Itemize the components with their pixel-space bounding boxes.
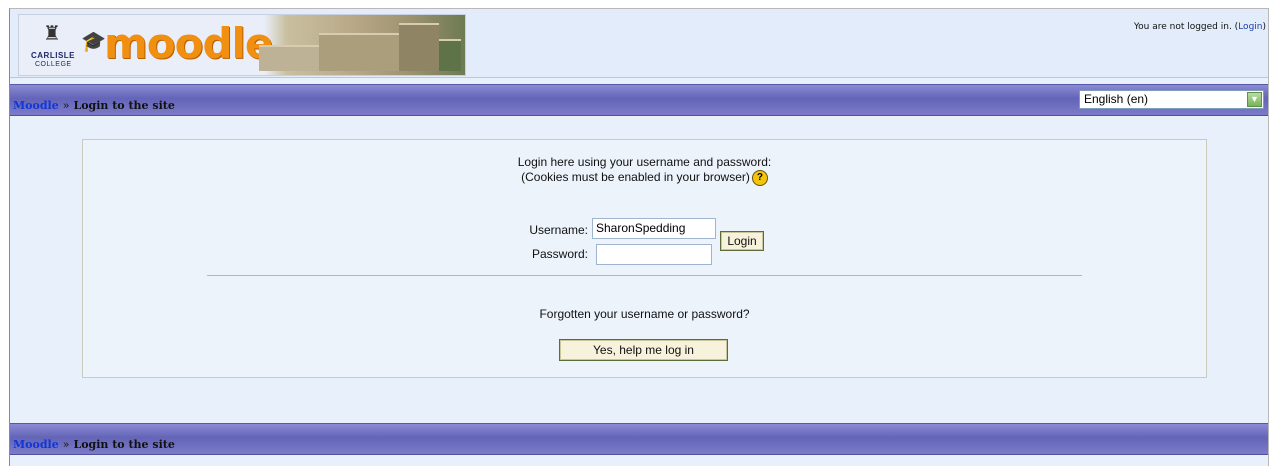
- page-frame: ♜ CARLISLE COLLEGE 🎓 moodle You are not …: [9, 8, 1269, 466]
- breadcrumb: Moodle» Login to the site: [13, 99, 175, 112]
- site-header: ♜ CARLISLE COLLEGE 🎓 moodle You are not …: [10, 9, 1268, 78]
- site-logo[interactable]: ♜ CARLISLE COLLEGE 🎓 moodle: [18, 14, 466, 76]
- language-select[interactable]: English (en) ▼: [1079, 90, 1264, 109]
- chevron-down-icon[interactable]: ▼: [1247, 92, 1262, 107]
- login-button[interactable]: Login: [720, 231, 764, 251]
- login-status-text: You are not logged in. (: [1133, 22, 1239, 32]
- college-crest-icon: ♜: [43, 21, 61, 45]
- login-status-close: ): [1262, 22, 1266, 32]
- divider: [207, 275, 1082, 276]
- mortarboard-icon: 🎓: [81, 31, 106, 53]
- building-illustration: [399, 23, 439, 71]
- login-status: You are not logged in. (Login): [1134, 22, 1266, 32]
- navbar-bottom: Moodle» Login to the site: [10, 423, 1268, 455]
- breadcrumb-current: Login to the site: [73, 438, 175, 451]
- cookies-note: (Cookies must be enabled in your browser…: [521, 170, 750, 185]
- language-selected-value: English (en): [1084, 92, 1149, 106]
- college-name-line1: CARLISLE: [31, 51, 75, 60]
- password-field[interactable]: [596, 244, 712, 265]
- forgot-text: Forgotten your username or password?: [539, 307, 750, 321]
- breadcrumb-separator-icon: »: [62, 99, 70, 112]
- breadcrumb-separator-icon: »: [62, 438, 70, 451]
- login-link[interactable]: Login: [1238, 22, 1262, 32]
- help-icon[interactable]: ?: [751, 170, 768, 186]
- breadcrumb-current: Login to the site: [73, 99, 175, 112]
- breadcrumb: Moodle» Login to the site: [13, 438, 175, 451]
- username-field[interactable]: SharonSpedding: [592, 218, 716, 239]
- main-content: Login here using your username and passw…: [10, 116, 1268, 423]
- help-login-button[interactable]: Yes, help me log in: [559, 339, 728, 361]
- password-label: Password:: [531, 247, 588, 261]
- breadcrumb-home-link[interactable]: Moodle: [13, 438, 59, 451]
- college-name-line2: COLLEGE: [35, 61, 72, 68]
- login-intro-line2: (Cookies must be enabled in your browser…: [83, 170, 1206, 186]
- login-intro-line1: Login here using your username and passw…: [517, 155, 772, 169]
- username-label: Username:: [529, 223, 588, 237]
- building-illustration: [259, 45, 319, 71]
- tree-illustration: [439, 39, 461, 71]
- login-box: Login here using your username and passw…: [82, 139, 1207, 378]
- navbar-top: Moodle» Login to the site English (en) ▼: [10, 84, 1268, 116]
- breadcrumb-home-link[interactable]: Moodle: [13, 99, 59, 112]
- moodle-wordmark: moodle: [104, 19, 273, 68]
- building-illustration: [319, 33, 399, 71]
